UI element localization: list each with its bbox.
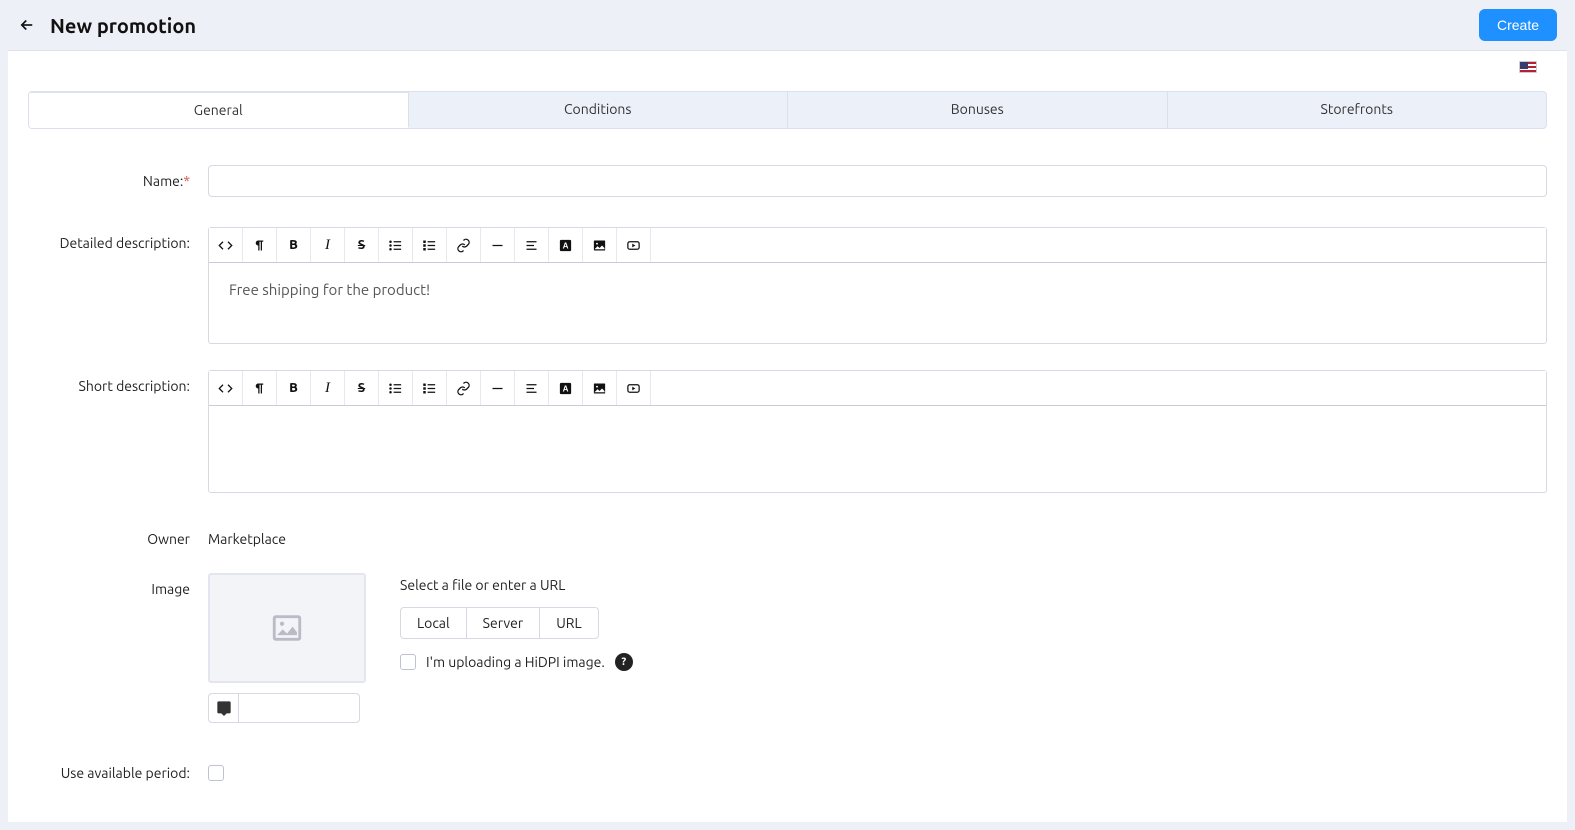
image-source-buttons: Local Server URL [400, 607, 633, 639]
label-use-period: Use available period: [28, 757, 208, 781]
ul-icon[interactable] [379, 228, 413, 262]
detailed-toolbar: B I S A [209, 228, 1546, 263]
hr-icon[interactable] [481, 371, 515, 405]
owner-value: Marketplace [208, 523, 1547, 547]
image-select-hint: Select a file or enter a URL [400, 577, 633, 593]
link-icon[interactable] [447, 371, 481, 405]
short-toolbar: B I S A [209, 371, 1546, 406]
image-url-button[interactable]: URL [540, 607, 598, 639]
short-editor-body[interactable] [209, 406, 1546, 492]
image-placeholder-icon [270, 611, 304, 645]
ul-icon[interactable] [379, 371, 413, 405]
bold-icon[interactable]: B [277, 228, 311, 262]
main-panel: General Conditions Bonuses Storefronts N… [8, 50, 1567, 822]
tab-general[interactable]: General [29, 92, 409, 128]
tab-bar: General Conditions Bonuses Storefronts [28, 91, 1547, 129]
image-icon[interactable] [583, 228, 617, 262]
italic-icon[interactable]: I [311, 228, 345, 262]
label-owner: Owner [28, 523, 208, 547]
paragraph-icon[interactable] [243, 371, 277, 405]
image-placeholder[interactable] [208, 573, 366, 683]
tab-storefronts[interactable]: Storefronts [1168, 92, 1547, 128]
image-icon[interactable] [583, 371, 617, 405]
hr-icon[interactable] [481, 228, 515, 262]
italic-icon[interactable]: I [311, 371, 345, 405]
language-flag-icon[interactable] [1519, 61, 1537, 73]
label-detailed: Detailed description: [28, 227, 208, 251]
name-input[interactable] [208, 165, 1547, 197]
textcolor-icon[interactable]: A [549, 371, 583, 405]
ol-icon[interactable] [413, 228, 447, 262]
ol-icon[interactable] [413, 371, 447, 405]
paragraph-icon[interactable] [243, 228, 277, 262]
hidpi-checkbox[interactable] [400, 654, 416, 670]
alt-text-input[interactable] [238, 693, 360, 723]
detailed-editor-body[interactable]: Free shipping for the product! [209, 263, 1546, 343]
header-left: New promotion [18, 14, 196, 37]
strike-icon[interactable]: S [345, 228, 379, 262]
code-icon[interactable] [209, 228, 243, 262]
detailed-editor: B I S A Free shipping for the product! [208, 227, 1547, 344]
image-server-button[interactable]: Server [467, 607, 541, 639]
label-short: Short description: [28, 370, 208, 394]
create-button[interactable]: Create [1479, 9, 1557, 41]
align-icon[interactable] [515, 228, 549, 262]
link-icon[interactable] [447, 228, 481, 262]
code-icon[interactable] [209, 371, 243, 405]
hidpi-label: I'm uploading a HiDPI image. [426, 654, 605, 670]
tab-bonuses[interactable]: Bonuses [788, 92, 1168, 128]
image-local-button[interactable]: Local [400, 607, 467, 639]
label-image: Image [28, 573, 208, 597]
svg-text:A: A [563, 384, 569, 393]
page-header: New promotion Create [0, 0, 1575, 50]
strike-icon[interactable]: S [345, 371, 379, 405]
textcolor-icon[interactable]: A [549, 228, 583, 262]
use-period-checkbox[interactable] [208, 765, 224, 781]
media-icon[interactable] [617, 371, 651, 405]
hidpi-help-icon[interactable]: ? [615, 653, 633, 671]
align-icon[interactable] [515, 371, 549, 405]
label-name: Name:* [28, 165, 208, 189]
alt-text-icon[interactable] [208, 693, 238, 723]
tab-conditions[interactable]: Conditions [409, 92, 789, 128]
media-icon[interactable] [617, 228, 651, 262]
svg-text:A: A [563, 241, 569, 250]
page-title: New promotion [50, 14, 196, 37]
bold-icon[interactable]: B [277, 371, 311, 405]
back-icon[interactable] [18, 16, 36, 34]
short-editor: B I S A [208, 370, 1547, 493]
